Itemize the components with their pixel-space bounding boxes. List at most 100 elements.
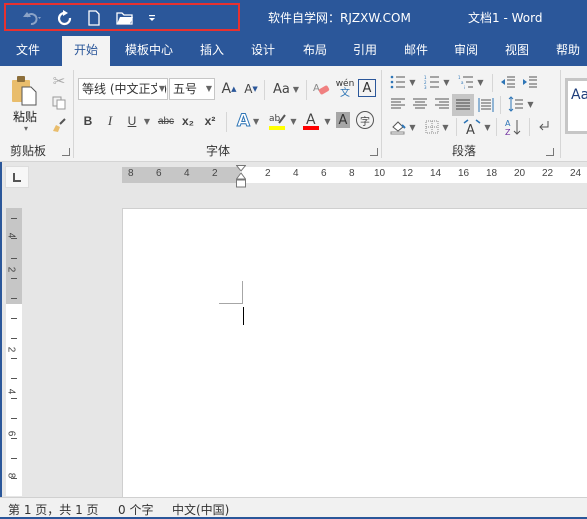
tab-mailings[interactable]: 邮件 <box>396 36 436 66</box>
font-color-button[interactable]: A ▼ <box>300 110 334 132</box>
separator <box>492 74 493 92</box>
shading-button[interactable]: ▼ <box>388 116 418 138</box>
ruler-tick: 6 <box>321 168 327 179</box>
underline-button[interactable]: U <box>124 112 140 130</box>
open-folder-icon[interactable] <box>114 8 136 28</box>
separator <box>73 70 74 158</box>
ruler-top-margin[interactable] <box>6 208 22 304</box>
clear-formatting-icon[interactable]: A <box>312 79 332 99</box>
character-shading-button[interactable]: A <box>336 112 350 128</box>
undo-icon[interactable] <box>20 8 46 28</box>
ruler-tick: 10 <box>374 168 386 179</box>
italic-button[interactable]: I <box>102 112 118 130</box>
tab-view[interactable]: 视图 <box>497 36 537 66</box>
character-border-button[interactable]: A <box>358 79 376 97</box>
title-bar: 软件自学网：RJZXW.COM 文档1 - Word <box>0 0 587 36</box>
bullets-button[interactable]: ▼ <box>388 72 418 92</box>
separator <box>306 80 307 100</box>
vertical-ruler[interactable]: 422468 <box>5 208 22 496</box>
page-count[interactable]: 第 1 页，共 1 页 <box>8 501 99 518</box>
chevron-down-icon[interactable]: ▼ <box>206 79 212 99</box>
borders-button[interactable]: ▼ <box>422 116 452 138</box>
bold-button[interactable]: B <box>80 112 96 130</box>
copy-icon[interactable] <box>50 94 68 112</box>
enclose-characters-button[interactable]: 字 <box>356 111 374 129</box>
ruler-minor-tick <box>11 458 17 459</box>
subscript-button[interactable]: x₂ <box>180 112 196 130</box>
paste-icon <box>12 76 37 106</box>
language-indicator[interactable]: 中文(中国) <box>172 501 229 518</box>
svg-text:i: i <box>464 85 465 89</box>
format-painter-icon[interactable] <box>50 116 68 134</box>
align-left-icon[interactable] <box>388 94 408 114</box>
tab-review[interactable]: 审阅 <box>446 36 486 66</box>
sort-icon[interactable]: AZ <box>502 116 524 138</box>
clipboard-dialog-launcher[interactable] <box>62 148 70 156</box>
tab-design[interactable]: 设计 <box>243 36 283 66</box>
horizontal-ruler[interactable]: 8 6 4 2 2 4 6 8 10 12 14 16 18 20 22 24 <box>122 167 587 183</box>
asian-layout-button[interactable]: A ▼ <box>462 116 492 138</box>
ruler-left-margin[interactable] <box>122 167 240 183</box>
tab-help[interactable]: 帮助 <box>548 36 587 66</box>
underline-dropdown-icon[interactable]: ▼ <box>142 112 152 130</box>
text-effects-button[interactable]: A ▼ <box>232 111 264 132</box>
paste-button[interactable] <box>8 72 40 108</box>
change-case-button[interactable]: Aa ▼ <box>270 79 302 99</box>
font-size-combo[interactable]: 五号 ▼ <box>169 78 215 100</box>
styles-gallery[interactable]: Aa <box>565 78 587 134</box>
tab-layout[interactable]: 布局 <box>295 36 335 66</box>
ruler-tick: 14 <box>430 168 442 179</box>
distributed-icon[interactable] <box>476 94 496 116</box>
ruler-minor-tick <box>11 398 17 399</box>
paragraph-dialog-launcher[interactable] <box>546 148 554 156</box>
superscript-button[interactable]: x² <box>202 112 218 130</box>
tab-insert[interactable]: 插入 <box>192 36 232 66</box>
ruler-tick: 6 <box>156 168 162 179</box>
align-right-icon[interactable] <box>432 94 452 114</box>
tab-home[interactable]: 开始 <box>62 36 110 66</box>
indent-marker[interactable] <box>236 165 246 191</box>
highlight-color-button[interactable]: ab ▼ <box>266 110 300 132</box>
text-cursor <box>243 307 244 325</box>
tab-selector[interactable] <box>5 166 29 188</box>
word-count[interactable]: 0 个字 <box>118 501 153 518</box>
grow-font-button[interactable]: A ▲ <box>220 79 238 99</box>
font-name-combo[interactable]: 等线 (中文正文) ▼ <box>78 78 168 100</box>
justify-icon[interactable] <box>452 94 474 116</box>
new-document-icon[interactable] <box>86 8 102 28</box>
separator <box>560 70 561 158</box>
paste-dropdown-icon[interactable]: ▾ <box>20 124 32 133</box>
phonetic-bottom: 文 <box>340 88 350 99</box>
customize-qat-icon[interactable] <box>146 8 158 28</box>
ruler-tick: 6 <box>5 430 17 437</box>
ruler-tick: 4 <box>293 168 299 179</box>
redo-icon[interactable] <box>56 8 74 28</box>
paste-label[interactable]: 粘贴 <box>10 108 40 124</box>
line-spacing-button[interactable]: ▼ <box>506 94 536 114</box>
tab-file[interactable]: 文件 <box>5 36 51 66</box>
clipboard-group-label: 剪贴板 <box>10 144 47 158</box>
tab-template-center[interactable]: 模板中心 <box>118 36 180 66</box>
cut-icon[interactable]: ✂ <box>50 72 68 90</box>
show-paragraph-marks-icon[interactable] <box>534 116 554 138</box>
decrease-indent-icon[interactable] <box>498 72 518 92</box>
separator <box>226 112 227 132</box>
svg-text:A: A <box>313 83 320 94</box>
ruler-tick: 2 <box>265 168 271 179</box>
site-title: 软件自学网：RJZXW.COM <box>268 11 411 25</box>
strikethrough-button[interactable]: abc <box>156 112 176 130</box>
multilevel-list-button[interactable]: 1 a i ▼ <box>456 72 486 92</box>
quick-access-toolbar <box>4 3 240 31</box>
shrink-font-button[interactable]: A ▼ <box>242 79 260 99</box>
document-page[interactable] <box>122 208 587 498</box>
font-dialog-launcher[interactable] <box>370 148 378 156</box>
ruler-minor-tick <box>11 418 17 419</box>
tab-references[interactable]: 引用 <box>345 36 385 66</box>
numbering-button[interactable]: 1 2 3 ▼ <box>422 72 452 92</box>
increase-indent-icon[interactable] <box>520 72 540 92</box>
chevron-down-icon[interactable]: ▼ <box>156 79 165 99</box>
change-case-label: Aa <box>272 81 290 97</box>
phonetic-guide-button[interactable]: wén 文 <box>334 77 356 101</box>
numbering-icon: 123 <box>424 75 440 89</box>
align-center-icon[interactable] <box>410 94 430 114</box>
